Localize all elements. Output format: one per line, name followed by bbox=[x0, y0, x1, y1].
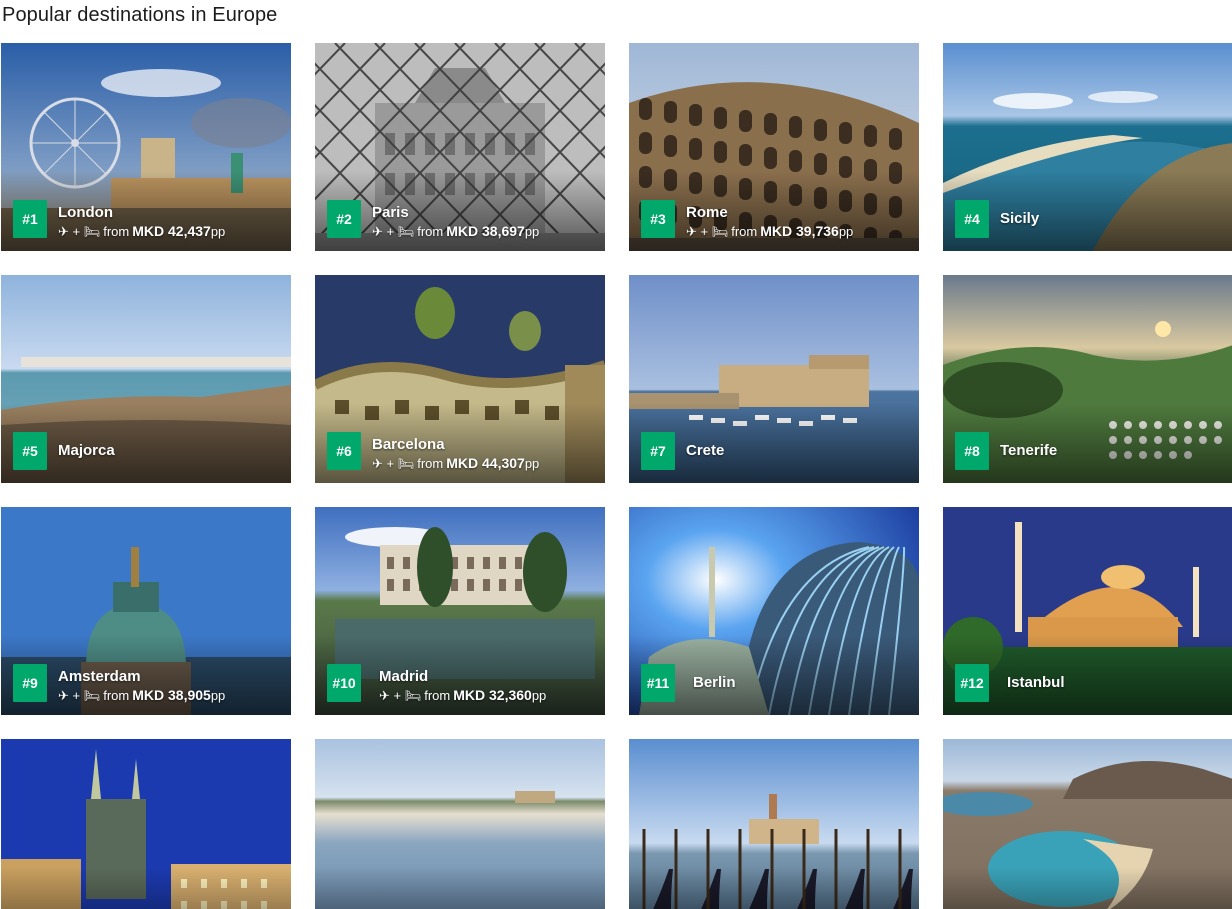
rank-badge: #1 bbox=[13, 200, 47, 238]
rank-badge: #11 bbox=[641, 664, 675, 702]
destination-card[interactable]: #8 Tenerife bbox=[943, 275, 1232, 483]
rank-badge: #6 bbox=[327, 432, 361, 470]
destination-city: Tenerife bbox=[1000, 442, 1058, 459]
price-suffix: pp bbox=[524, 224, 540, 239]
price-prefix: from bbox=[417, 456, 444, 471]
destination-city: Barcelona bbox=[372, 436, 445, 453]
destinations-grid: #1 London ✈ + 🛏 from MKD 42,437 pp #2 Paris ✈ +… bbox=[1, 43, 1232, 909]
destination-city: London bbox=[58, 204, 113, 221]
photo-overlay bbox=[315, 867, 605, 909]
price-suffix: pp bbox=[210, 224, 226, 239]
flight-hotel-icon: ✈ + 🛏 bbox=[372, 224, 415, 239]
price-value: MKD 32,360 bbox=[453, 687, 532, 703]
rank-badge: #2 bbox=[327, 200, 361, 238]
destination-card[interactable]: #4 Sicily bbox=[943, 43, 1232, 251]
destination-city: Majorca bbox=[58, 442, 115, 459]
rank-badge: #12 bbox=[955, 664, 989, 702]
destination-card[interactable]: #6 Barcelona ✈ + 🛏 from MKD 44,307 pp bbox=[315, 275, 605, 483]
photo-overlay bbox=[1, 867, 291, 909]
destination-info: Sicily bbox=[1000, 210, 1039, 228]
flight-hotel-icon: ✈ + 🛏 bbox=[372, 456, 415, 471]
destination-city: Berlin bbox=[693, 674, 736, 691]
destination-card[interactable] bbox=[1, 739, 291, 909]
rank-badge: #3 bbox=[641, 200, 675, 238]
price-value: MKD 38,905 bbox=[132, 687, 211, 703]
flight-hotel-deal: ✈ + 🛏 from MKD 44,307 pp bbox=[372, 454, 539, 473]
rank-badge: #4 bbox=[955, 200, 989, 238]
price-value: MKD 44,307 bbox=[446, 455, 525, 471]
destination-city: Istanbul bbox=[1007, 674, 1065, 691]
price-prefix: from bbox=[424, 688, 451, 703]
destination-info: Amsterdam ✈ + 🛏 from MKD 38,905 pp bbox=[58, 668, 225, 705]
flight-hotel-deal: ✈ + 🛏 from MKD 38,697 pp bbox=[372, 222, 539, 241]
destination-city: Crete bbox=[686, 442, 725, 459]
flight-hotel-deal: ✈ + 🛏 from MKD 39,736 pp bbox=[686, 222, 853, 241]
price-prefix: from bbox=[731, 224, 758, 239]
price-value: MKD 42,437 bbox=[132, 223, 211, 239]
destination-card[interactable] bbox=[315, 739, 605, 909]
flight-hotel-deal: ✈ + 🛏 from MKD 32,360 pp bbox=[379, 686, 546, 705]
photo-overlay bbox=[629, 867, 919, 909]
rank-badge: #9 bbox=[13, 664, 47, 702]
destination-info: Barcelona ✈ + 🛏 from MKD 44,307 pp bbox=[372, 436, 539, 473]
destination-city: Paris bbox=[372, 204, 409, 221]
destination-card[interactable]: #1 London ✈ + 🛏 from MKD 42,437 pp bbox=[1, 43, 291, 251]
price-suffix: pp bbox=[210, 688, 226, 703]
destination-card[interactable]: #2 Paris ✈ + 🛏 from MKD 38,697 pp bbox=[315, 43, 605, 251]
flight-hotel-icon: ✈ + 🛏 bbox=[58, 224, 101, 239]
destination-card[interactable]: #10 Madrid ✈ + 🛏 from MKD 32,360 pp bbox=[315, 507, 605, 715]
flight-hotel-deal: ✈ + 🛏 from MKD 42,437 pp bbox=[58, 222, 225, 241]
destination-info: Rome ✈ + 🛏 from MKD 39,736 pp bbox=[686, 204, 853, 241]
destination-card[interactable] bbox=[629, 739, 919, 909]
price-suffix: pp bbox=[838, 224, 854, 239]
destination-info: Istanbul bbox=[1007, 674, 1065, 692]
flight-hotel-icon: ✈ + 🛏 bbox=[58, 688, 101, 703]
destination-city: Sicily bbox=[1000, 210, 1040, 227]
destination-info: London ✈ + 🛏 from MKD 42,437 pp bbox=[58, 204, 225, 241]
destination-info: Berlin bbox=[693, 674, 736, 692]
price-value: MKD 38,697 bbox=[446, 223, 525, 239]
flight-hotel-deal: ✈ + 🛏 from MKD 38,905 pp bbox=[58, 686, 225, 705]
price-prefix: from bbox=[103, 688, 130, 703]
price-prefix: from bbox=[417, 224, 444, 239]
destination-card[interactable]: #9 Amsterdam ✈ + 🛏 from MKD 38,905 pp bbox=[1, 507, 291, 715]
destination-card[interactable]: #3 Rome ✈ + 🛏 from MKD 39,736 pp bbox=[629, 43, 919, 251]
price-suffix: pp bbox=[524, 456, 540, 471]
destination-card[interactable]: #7 Crete bbox=[629, 275, 919, 483]
destination-city: Amsterdam bbox=[58, 668, 141, 685]
destination-city: Madrid bbox=[379, 668, 429, 685]
destination-card[interactable]: #11 Berlin bbox=[629, 507, 919, 715]
destination-card[interactable]: #5 Majorca bbox=[1, 275, 291, 483]
section-heading: Popular destinations in Europe bbox=[2, 4, 278, 26]
rank-badge: #10 bbox=[327, 664, 361, 702]
destination-info: Paris ✈ + 🛏 from MKD 38,697 pp bbox=[372, 204, 539, 241]
destinations-page: Popular destinations in Europe #1 London ✈… bbox=[0, 0, 1232, 909]
destination-info: Madrid ✈ + 🛏 from MKD 32,360 pp bbox=[379, 668, 546, 705]
rank-badge: #7 bbox=[641, 432, 675, 470]
price-suffix: pp bbox=[531, 688, 547, 703]
flight-hotel-icon: ✈ + 🛏 bbox=[686, 224, 729, 239]
rank-badge: #8 bbox=[955, 432, 989, 470]
rank-badge: #5 bbox=[13, 432, 47, 470]
destination-info: Tenerife bbox=[1000, 442, 1057, 460]
destination-card[interactable]: #12 Istanbul bbox=[943, 507, 1232, 715]
destination-info: Majorca bbox=[58, 442, 115, 460]
destination-info: Crete bbox=[686, 442, 724, 460]
flight-hotel-icon: ✈ + 🛏 bbox=[379, 688, 422, 703]
destination-city: Rome bbox=[686, 204, 728, 221]
photo-overlay bbox=[943, 867, 1232, 909]
price-value: MKD 39,736 bbox=[760, 223, 839, 239]
price-prefix: from bbox=[103, 224, 130, 239]
destination-card[interactable] bbox=[943, 739, 1232, 909]
